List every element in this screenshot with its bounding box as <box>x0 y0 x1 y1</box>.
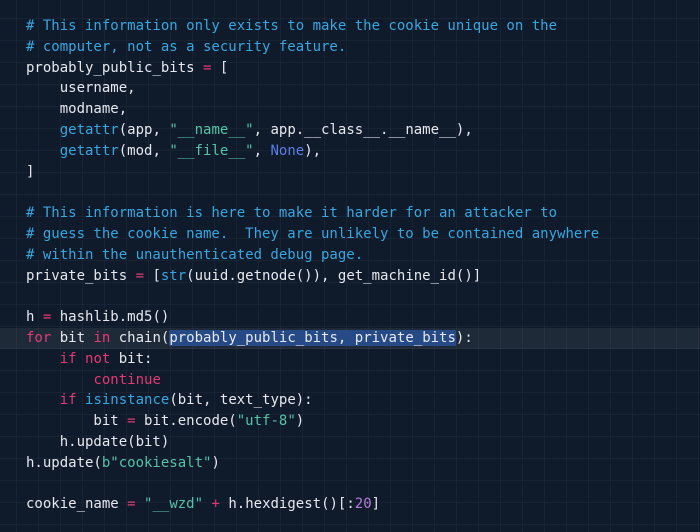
code-operator: = <box>127 496 136 513</box>
code-operator: = <box>135 267 145 284</box>
code-keyword: if <box>59 392 77 409</box>
code-token: bit <box>26 413 128 430</box>
code-line[interactable]: h.update(bit) <box>26 432 700 453</box>
code-area[interactable]: # This information only exists to make t… <box>0 16 700 515</box>
code-line[interactable]: private_bits = [str(uuid.getnode()), get… <box>26 266 700 287</box>
code-token: username, <box>26 80 136 97</box>
code-line[interactable]: getattr(mod, "__file__", None), <box>26 141 700 162</box>
code-editor[interactable]: # This information only exists to make t… <box>0 0 700 532</box>
code-line[interactable]: bit = bit.encode("utf-8") <box>26 411 700 432</box>
code-operator: + <box>211 496 220 513</box>
code-comment: # within the unauthenticated debug page. <box>26 246 364 263</box>
code-token: h.update(bit) <box>26 433 170 450</box>
code-keyword: for <box>26 329 52 346</box>
code-string: "__file__" <box>169 142 254 159</box>
code-line[interactable]: getattr(app, "__name__", app.__class__._… <box>26 120 700 141</box>
code-builtin: getattr <box>59 142 119 159</box>
code-token: , <box>253 142 271 159</box>
code-string: b"cookiesalt" <box>101 454 212 471</box>
code-string: "__wzd" <box>144 496 204 513</box>
code-line[interactable]: username, <box>26 78 700 99</box>
code-builtin: isinstance <box>85 392 170 409</box>
code-line[interactable]: modname, <box>26 99 700 120</box>
code-line[interactable]: ​ <box>26 182 700 203</box>
code-keyword: if <box>59 350 77 367</box>
code-token: probably_public_bits <box>26 59 204 76</box>
code-line[interactable]: cookie_name = "__wzd" + h.hexdigest()[:2… <box>26 494 700 515</box>
code-token: , app.__class__.__name__), <box>253 121 473 138</box>
code-line[interactable]: h.update(b"cookiesalt") <box>26 453 700 474</box>
code-token: modname, <box>26 101 128 118</box>
code-string: "__name__" <box>169 121 254 138</box>
code-keyword: continue <box>93 371 161 388</box>
code-operator: = <box>127 413 136 430</box>
code-line[interactable]: # guess the cookie name. They are unlike… <box>26 224 700 245</box>
code-line[interactable]: # computer, not as a security feature. <box>26 37 700 58</box>
code-comment: # guess the cookie name. They are unlike… <box>26 225 600 242</box>
code-token: ): <box>455 329 473 346</box>
code-token: [ <box>211 59 229 76</box>
code-token: ) <box>295 413 305 430</box>
code-token: h <box>26 309 43 326</box>
code-line[interactable]: ​ <box>26 286 700 307</box>
code-line[interactable]: if not bit: <box>26 349 700 370</box>
code-token: ] <box>371 496 381 513</box>
code-line[interactable]: probably_public_bits = [ <box>26 58 700 79</box>
code-token: ] <box>26 163 35 180</box>
code-keyword: not <box>85 350 111 367</box>
code-token: (app, <box>118 121 170 138</box>
code-line[interactable]: h = hashlib.md5() <box>26 307 700 328</box>
code-constant: None <box>270 142 305 159</box>
code-token: h.hexdigest()[: <box>219 496 355 513</box>
code-comment: # This information is here to make it ha… <box>26 205 558 222</box>
code-builtin: str <box>160 267 187 284</box>
code-line[interactable]: if isinstance(bit, text_type): <box>26 390 700 411</box>
code-token: ), <box>304 142 322 159</box>
code-token: chain( <box>110 329 170 346</box>
code-token: private_bits <box>26 267 136 284</box>
code-line-current[interactable]: for bit in chain(probably_public_bits, p… <box>0 327 700 349</box>
code-token: bit.encode( <box>135 413 237 430</box>
code-line[interactable]: # within the unauthenticated debug page. <box>26 245 700 266</box>
code-token: bit: <box>110 350 153 367</box>
code-number: 20 <box>354 496 372 513</box>
code-line[interactable]: ​ <box>26 474 700 495</box>
code-token: (uuid.getnode()), get_machine_id()] <box>186 267 482 284</box>
code-line[interactable]: # This information only exists to make t… <box>26 16 700 37</box>
code-token: (bit, text_type): <box>169 392 313 409</box>
code-line[interactable]: continue <box>26 370 700 391</box>
code-line[interactable]: ] <box>26 162 700 183</box>
code-token: h.update( <box>26 454 102 471</box>
code-string: "utf-8" <box>236 413 296 430</box>
code-comment: # This information only exists to make t… <box>26 18 558 34</box>
code-token: bit <box>51 329 94 346</box>
code-token: (mod, <box>118 142 170 159</box>
code-keyword: in <box>93 329 111 346</box>
code-token: ) <box>211 454 220 471</box>
code-selection: probably_public_bits, private_bits <box>169 329 456 346</box>
code-builtin: getattr <box>59 121 119 138</box>
code-token: cookie_name <box>26 496 128 513</box>
code-comment: # computer, not as a security feature. <box>26 38 347 55</box>
code-token: hashlib.md5() <box>51 309 170 326</box>
code-token: [ <box>144 267 161 284</box>
code-line[interactable]: # This information is here to make it ha… <box>26 203 700 224</box>
